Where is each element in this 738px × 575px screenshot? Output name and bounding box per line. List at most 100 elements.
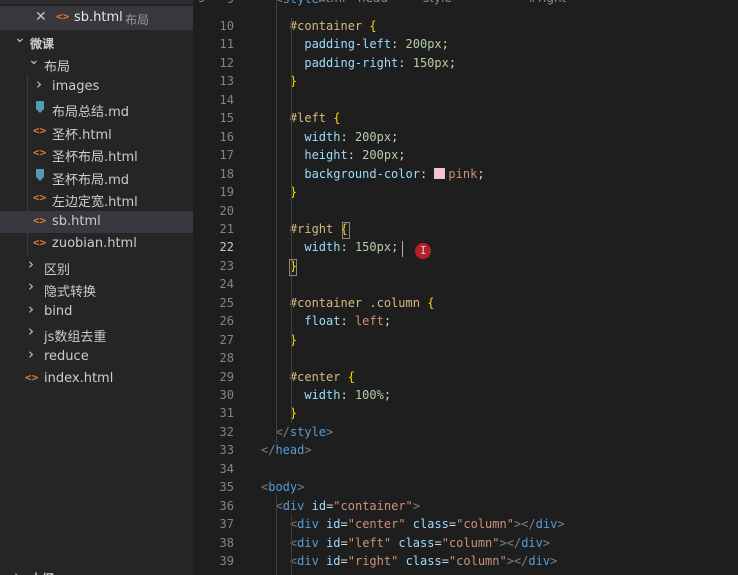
- tree-folder[interactable]: › reduce: [0, 346, 193, 368]
- code-line[interactable]: 13 }: [193, 73, 738, 92]
- code-line[interactable]: 25 #container .column {: [193, 295, 738, 314]
- tree-file[interactable]: <> sb.html: [0, 210, 193, 233]
- chevron-right-icon[interactable]: ›: [28, 346, 38, 361]
- code-line[interactable]: 30 width: 100%;: [193, 387, 738, 406]
- tree-file[interactable]: 圣杯布局.md: [0, 166, 193, 188]
- code-token: :: [398, 55, 413, 70]
- code-line[interactable]: 10 #container {: [193, 18, 738, 37]
- open-editor-filename: sb.html: [74, 10, 123, 25]
- tree-item-label: 隐式转换: [44, 285, 97, 300]
- folder-root[interactable]: ⌄ 微课: [0, 31, 193, 53]
- tree-file[interactable]: 布局总结.md: [0, 98, 193, 120]
- code-token: =: [441, 554, 449, 569]
- code-line[interactable]: 28: [193, 350, 738, 369]
- chevron-right-icon[interactable]: ›: [14, 569, 24, 575]
- color-swatch[interactable]: [434, 167, 446, 179]
- line-number: 19: [219, 185, 234, 200]
- code-token: >: [412, 498, 421, 513]
- chevron-right-icon[interactable]: ›: [28, 324, 38, 339]
- tree-file[interactable]: <> 左边定宽.html: [0, 188, 193, 210]
- code-line[interactable]: 37 <div id="center" class="column"></div…: [193, 516, 738, 535]
- line-number: 12: [219, 55, 234, 70]
- chevron-right-icon[interactable]: ›: [28, 256, 38, 271]
- line-number: 18: [219, 166, 234, 181]
- code-line[interactable]: 17 height: 200px;: [193, 147, 738, 166]
- code-token: width: [304, 240, 341, 255]
- code-editor[interactable]: 9htmlheadstyle#right 9 <style>10 #contai…: [193, 0, 738, 575]
- code-line[interactable]: 32 </style>: [193, 424, 738, 443]
- code-line[interactable]: 34: [193, 461, 738, 480]
- code-line[interactable]: 11 padding-left: 200px;: [193, 36, 738, 55]
- code-line[interactable]: 21 #right {: [193, 221, 738, 240]
- code-token: padding-right: [304, 55, 399, 70]
- code-line[interactable]: 22 width: 150px;: [193, 239, 738, 258]
- tree-folder[interactable]: › js数组去重: [0, 323, 193, 346]
- code-line[interactable]: 12 padding-right: 150px;: [193, 55, 738, 74]
- code-line[interactable]: 35 <body>: [193, 479, 738, 498]
- code-token: height: [304, 148, 348, 163]
- code-token: #container .column: [289, 295, 420, 310]
- code-line[interactable]: 18 background-color: pink;: [193, 166, 738, 185]
- code-text: #left {: [261, 111, 341, 125]
- tree-folder[interactable]: ⌄ 布局: [0, 53, 193, 75]
- tree-item-label: js数组去重: [44, 330, 107, 345]
- code-line[interactable]: 39 <div id="right" class="column"></div>: [193, 553, 738, 572]
- indent-guide: [291, 515, 292, 575]
- chevron-down-icon[interactable]: ⌄: [14, 31, 26, 45]
- code-line[interactable]: 27 }: [193, 332, 738, 351]
- chevron-right-icon[interactable]: ›: [28, 301, 38, 316]
- code-line[interactable]: 29 #center {: [193, 369, 738, 388]
- code-line[interactable]: 19 }: [193, 184, 738, 203]
- tree-item-label: 左边定宽.html: [52, 195, 138, 210]
- code-token: ;: [398, 148, 406, 163]
- code-token: ></: [499, 535, 522, 550]
- close-icon[interactable]: ✕: [35, 9, 47, 25]
- code-text: #container {: [261, 19, 377, 33]
- code-line[interactable]: 31 }: [193, 405, 738, 424]
- code-token: body: [268, 480, 298, 495]
- outline-section-header[interactable]: › 大纲: [0, 566, 193, 575]
- text-cursor-icon: I: [420, 244, 427, 257]
- tree-folder[interactable]: › 区别: [0, 256, 193, 278]
- chevron-down-icon[interactable]: ⌄: [28, 53, 40, 67]
- chevron-right-icon[interactable]: ›: [28, 279, 38, 294]
- tree-file[interactable]: <> zuobian.html: [0, 233, 193, 255]
- code-line[interactable]: 36 <div id="container">: [193, 498, 738, 517]
- code-token: {: [369, 19, 377, 33]
- code-token: style: [289, 424, 327, 439]
- code-token: class: [412, 517, 449, 532]
- code-token: >: [550, 554, 558, 569]
- code-line[interactable]: 9 <style>: [193, 0, 738, 10]
- code-line[interactable]: 23 }: [193, 258, 738, 277]
- code-token: </: [261, 443, 276, 458]
- code-line[interactable]: 33 </head>: [193, 442, 738, 461]
- code-token: id: [326, 535, 341, 550]
- code-line[interactable]: 16 width: 200px;: [193, 129, 738, 148]
- code-token: "column": [448, 554, 507, 569]
- indent-guide: [276, 495, 277, 575]
- tree-folder[interactable]: › images: [0, 76, 193, 98]
- code-line[interactable]: 24: [193, 276, 738, 295]
- tree-file[interactable]: <> index.html: [0, 368, 193, 390]
- code-token: 200px: [362, 148, 399, 163]
- code-line[interactable]: 20: [193, 203, 738, 222]
- code-line[interactable]: 14: [193, 92, 738, 111]
- chevron-right-icon[interactable]: ›: [36, 76, 46, 91]
- tree-file[interactable]: <> 圣杯.html: [0, 121, 193, 143]
- code-line[interactable]: 38 <div id="left" class="column"></div>: [193, 535, 738, 554]
- html-file-icon: <>: [33, 191, 47, 204]
- code-token: {: [427, 295, 435, 310]
- line-number: 24: [219, 277, 234, 292]
- tree-file[interactable]: <> 圣杯布局.html: [0, 143, 193, 165]
- open-editor-item[interactable]: ✕ <> sb.html 布局: [0, 6, 193, 30]
- code-token: >: [297, 480, 305, 495]
- line-number: 27: [219, 332, 234, 347]
- tree-folder[interactable]: › bind: [0, 301, 193, 323]
- tree-folder[interactable]: › 隐式转换: [0, 278, 193, 301]
- code-token: :: [340, 129, 355, 144]
- code-text: width: 100%;: [261, 388, 391, 402]
- code-token: >: [304, 443, 312, 458]
- code-line[interactable]: 26 float: left;: [193, 313, 738, 332]
- tree-item-label: images: [52, 78, 100, 94]
- code-line[interactable]: 15 #left {: [193, 110, 738, 129]
